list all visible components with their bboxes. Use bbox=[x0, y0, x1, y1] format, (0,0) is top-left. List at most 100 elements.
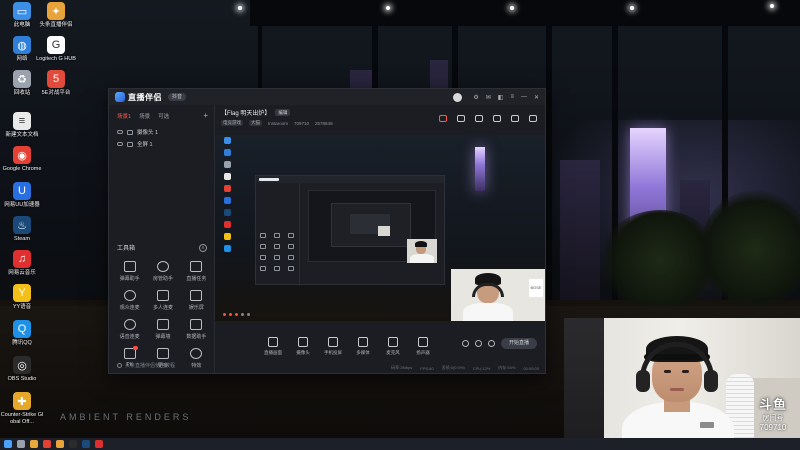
preview-icon bbox=[223, 197, 231, 204]
desktop-icon[interactable]: ≡ 新建文本文档 bbox=[0, 112, 44, 139]
desktop-icon[interactable]: G Logitech G HUB bbox=[34, 36, 78, 63]
preview-webcam: BOSE bbox=[451, 269, 545, 321]
source-button[interactable]: 扬声器 bbox=[413, 337, 433, 356]
source-button[interactable]: 麦克风 bbox=[383, 337, 403, 356]
scene-tab[interactable]: 可选 bbox=[158, 112, 169, 120]
tool-item[interactable]: 特效 bbox=[180, 348, 213, 369]
desktop-icon[interactable]: Y YY语音 bbox=[0, 284, 44, 311]
add-scene-icon[interactable]: + bbox=[203, 111, 208, 120]
desktop-icon-label: OBS Studio bbox=[7, 376, 37, 382]
stream-tag[interactable]: 大猫 bbox=[249, 120, 262, 126]
explorer-icon[interactable] bbox=[30, 440, 38, 448]
tool-icon bbox=[123, 346, 138, 359]
tool-item[interactable]: 直播任务 bbox=[180, 261, 213, 282]
preview-icon bbox=[223, 245, 231, 252]
stream-controls: 开始直播 bbox=[462, 338, 537, 349]
tutorial-link[interactable]: 头条直播伴侣使用教程 bbox=[117, 362, 175, 369]
scene-tab[interactable]: 场景 bbox=[139, 112, 150, 120]
desktop-icon[interactable]: Q 腾讯QQ bbox=[0, 320, 44, 347]
app-icon: ♫ bbox=[13, 250, 31, 268]
obs-icon[interactable] bbox=[69, 440, 77, 448]
preview-lit-tower bbox=[475, 147, 485, 191]
title-bar[interactable]: 直播伴侣 抖音 ⚙ ✉ ◧ ≡ — ✕ bbox=[109, 89, 545, 105]
toolbox-grid: 弹幕助手 房管助手 直播任务 观众连麦 多人连麦 娱乐屏 语音连麦 弹幕墙 数据助手 PK 更多 特效 bbox=[113, 261, 213, 369]
collapse-icon[interactable]: ∧ bbox=[199, 243, 207, 252]
eye-icon[interactable] bbox=[117, 142, 123, 146]
eye-icon[interactable] bbox=[117, 130, 123, 134]
video-settings-icon[interactable] bbox=[475, 340, 482, 347]
record-icon[interactable] bbox=[493, 115, 501, 122]
app-logo: 直播伴侣 bbox=[115, 92, 162, 103]
ceiling-light bbox=[238, 6, 242, 10]
status-value: 00:00:00 bbox=[523, 365, 539, 371]
gift-icon[interactable] bbox=[439, 115, 447, 122]
nested-preview bbox=[308, 190, 437, 263]
room-number: 709710 bbox=[759, 423, 787, 432]
source-button[interactable]: 手机投屏 bbox=[323, 337, 343, 356]
app-icon: ◉ bbox=[13, 146, 31, 164]
start-icon[interactable] bbox=[4, 440, 12, 448]
lock-icon[interactable] bbox=[457, 115, 465, 122]
settings-icon[interactable]: ⚙ bbox=[473, 94, 478, 101]
stream-tag[interactable]: 电竞游戏 bbox=[221, 120, 243, 126]
tool-label: 语音连麦 bbox=[119, 334, 140, 340]
source-icon bbox=[388, 337, 398, 347]
menu-icon[interactable]: ≡ bbox=[510, 94, 514, 100]
preview-icon bbox=[223, 149, 231, 156]
tool-item[interactable]: 观众连麦 bbox=[113, 290, 146, 311]
desktop-icon[interactable]: ✚ Counter-Strike Global Off... bbox=[0, 392, 44, 425]
tool-item[interactable]: 娱乐屏 bbox=[180, 290, 213, 311]
tool-item[interactable]: 房管助手 bbox=[146, 261, 179, 282]
share-window-icon[interactable] bbox=[475, 115, 483, 122]
steam-icon[interactable] bbox=[82, 440, 90, 448]
companion-icon[interactable] bbox=[56, 440, 64, 448]
scene-tab[interactable]: 场景1 bbox=[117, 112, 131, 120]
desktop-icon[interactable]: U 网易UU加速器 bbox=[0, 182, 44, 209]
nested-cam bbox=[378, 226, 390, 236]
bell-icon[interactable] bbox=[511, 115, 519, 122]
desktop-icon[interactable]: 5 5E对战平台 bbox=[34, 70, 78, 97]
desktop-icon[interactable]: ✦ 头条直播伴侣 bbox=[34, 2, 78, 29]
feedback-icon[interactable]: ✉ bbox=[486, 94, 491, 101]
status-value: CPU:12% bbox=[472, 365, 491, 371]
desktop-icon[interactable]: ◎ OBS Studio bbox=[0, 356, 44, 383]
minimize-icon[interactable]: — bbox=[521, 94, 527, 100]
share-icon[interactable] bbox=[529, 115, 537, 122]
search-icon[interactable] bbox=[17, 440, 25, 448]
source-button[interactable]: 多媒体 bbox=[353, 337, 373, 356]
nested-left-panel bbox=[256, 183, 300, 286]
tool-item[interactable]: 数据助手 bbox=[180, 319, 213, 340]
scene-source-item[interactable]: 全屏 1 bbox=[117, 138, 206, 150]
chrome-icon[interactable] bbox=[43, 440, 51, 448]
tool-item[interactable]: 弹幕墙 bbox=[146, 319, 179, 340]
settings-gear-icon[interactable] bbox=[488, 340, 495, 347]
edit-button[interactable]: 编辑 bbox=[275, 109, 291, 116]
desktop-icon-label: Google Chrome bbox=[2, 166, 42, 172]
tool-icon bbox=[190, 348, 203, 359]
tool-item[interactable]: 多人连麦 bbox=[146, 290, 179, 311]
tool-label: 弹幕墙 bbox=[155, 334, 171, 340]
source-button[interactable]: 直播画面 bbox=[263, 337, 283, 356]
tool-icon bbox=[123, 290, 136, 301]
live-preview[interactable]: BOSE bbox=[215, 135, 545, 321]
close-icon[interactable]: ✕ bbox=[534, 94, 539, 101]
tool-icon bbox=[156, 319, 169, 330]
platform-pill[interactable]: 抖音 bbox=[168, 93, 187, 101]
tool-item[interactable]: 语音连麦 bbox=[113, 319, 146, 340]
live-companion-window[interactable]: 直播伴侣 抖音 ⚙ ✉ ◧ ≡ — ✕ 场景1 场景 可选 + 摄像头 1 全屏 1 工… bbox=[108, 88, 546, 374]
desktop-icon[interactable]: ◉ Google Chrome bbox=[0, 146, 44, 173]
skin-icon[interactable]: ◧ bbox=[498, 94, 504, 101]
mic-level-icon[interactable] bbox=[462, 340, 469, 347]
desktop-icon[interactable]: ♨ Steam bbox=[0, 216, 44, 243]
tool-label: 娱乐屏 bbox=[188, 305, 204, 311]
app-icon: ✦ bbox=[47, 2, 65, 20]
source-button[interactable]: 摄像头 bbox=[293, 337, 313, 356]
desktop-icon[interactable]: ♫ 网易云音乐 bbox=[0, 250, 44, 277]
tool-item[interactable]: 弹幕助手 bbox=[113, 261, 146, 282]
start-live-button[interactable]: 开始直播 bbox=[501, 338, 537, 349]
user-avatar[interactable] bbox=[453, 92, 463, 102]
stream-title[interactable]: 【Flag 明天出炉】 bbox=[221, 108, 270, 117]
scene-source-item[interactable]: 摄像头 1 bbox=[117, 126, 206, 138]
app-icon: ♻ bbox=[13, 70, 31, 88]
music-icon[interactable] bbox=[95, 440, 103, 448]
